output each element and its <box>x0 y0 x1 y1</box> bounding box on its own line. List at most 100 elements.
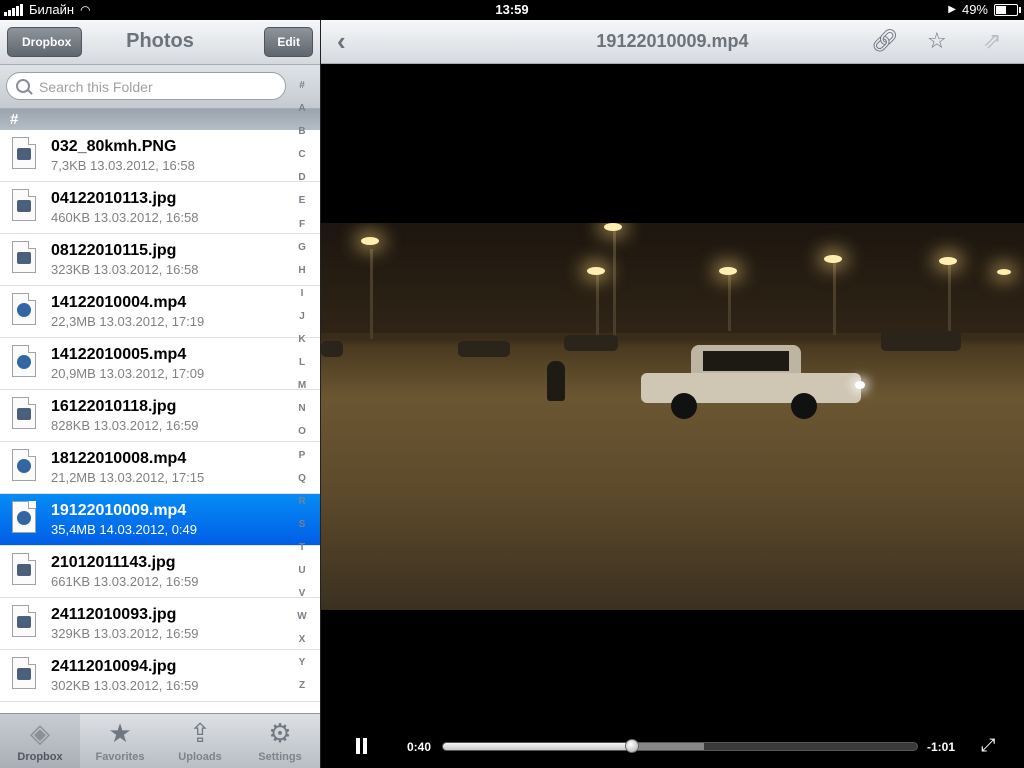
index-letter[interactable]: O <box>292 420 312 443</box>
lamp-pole <box>370 249 373 339</box>
search-field[interactable] <box>6 72 286 100</box>
tab-settings[interactable]: ⚙ Settings <box>240 714 320 768</box>
file-row[interactable]: 16122010118.jpg 828KB 13.03.2012, 16:59 <box>0 390 320 442</box>
index-letter[interactable]: S <box>292 513 312 536</box>
index-letter[interactable]: K <box>292 328 312 351</box>
image-file-icon <box>12 657 36 689</box>
index-letter[interactable]: Q <box>292 467 312 490</box>
street-lamp <box>361 237 379 245</box>
file-row[interactable]: 04122010113.jpg 460KB 13.03.2012, 16:58 <box>0 182 320 234</box>
file-glyph <box>17 252 31 264</box>
file-browser-panel: Dropbox Photos Edit # 032_80kmh.PNG 7,3KB… <box>0 20 320 768</box>
pause-bar <box>363 738 367 754</box>
image-file-icon <box>12 137 36 169</box>
share-icon[interactable]: ⇗ <box>983 29 1001 53</box>
file-row[interactable]: 08122010115.jpg 323KB 13.03.2012, 16:58 <box>0 234 320 286</box>
lamp-pole <box>728 271 731 331</box>
index-letter[interactable]: Z <box>292 674 312 697</box>
tab-favorites[interactable]: ★ Favorites <box>80 714 160 768</box>
status-right: ▶ 49% <box>948 2 1021 17</box>
section-index[interactable]: # A B C D E F G H I J K L M N O P Q R S T U V W X Y Z <box>292 74 312 698</box>
file-row[interactable]: 14122010005.mp4 20,9MB 13.03.2012, 17:09 <box>0 338 320 390</box>
file-meta: 329KB 13.03.2012, 16:59 <box>51 626 199 641</box>
search-input[interactable] <box>37 77 281 97</box>
video-frame[interactable] <box>321 223 1024 610</box>
index-letter[interactable]: F <box>292 213 312 236</box>
index-letter[interactable]: U <box>292 559 312 582</box>
star-icon[interactable]: ☆ <box>927 29 947 53</box>
viewer-title: 19122010009.mp4 <box>596 31 749 51</box>
index-letter[interactable]: D <box>292 166 312 189</box>
fullscreen-icon[interactable]: ⤢ <box>981 736 995 754</box>
index-letter[interactable]: G <box>292 236 312 259</box>
file-list: 032_80kmh.PNG 7,3KB 13.03.2012, 16:58 0412… <box>0 130 320 702</box>
image-file-icon <box>12 397 36 429</box>
playback-controls: 0:40 -1:01 ⤢ <box>321 724 1024 768</box>
seek-track[interactable] <box>442 742 918 751</box>
link-icon[interactable]: 🔗︎ <box>871 29 899 53</box>
index-letter[interactable]: # <box>292 74 312 97</box>
file-meta: 21,2MB 13.03.2012, 17:15 <box>51 470 205 485</box>
played-bar <box>443 743 633 750</box>
file-name: 24112010093.jpg <box>51 606 177 623</box>
index-letter[interactable]: B <box>292 120 312 143</box>
lamp-pole <box>833 259 836 335</box>
file-row[interactable]: 14122010004.mp4 22,3MB 13.03.2012, 17:19 <box>0 286 320 338</box>
index-letter[interactable]: V <box>292 582 312 605</box>
file-row[interactable]: 21012011143.jpg 661KB 13.03.2012, 16:59 <box>0 546 320 598</box>
person-figure <box>547 361 565 401</box>
search-icon <box>16 79 30 93</box>
index-letter[interactable]: Y <box>292 651 312 674</box>
file-name: 19122010009.mp4 <box>51 502 187 519</box>
index-letter[interactable]: R <box>292 490 312 513</box>
street-lamp <box>587 267 605 275</box>
video-file-icon <box>12 449 36 481</box>
image-file-icon <box>12 553 36 585</box>
index-letter[interactable]: E <box>292 189 312 212</box>
image-file-icon <box>12 605 36 637</box>
file-glyph <box>17 668 31 680</box>
upload-icon: ⇪ <box>189 718 211 748</box>
viewer-navbar: ‹ 19122010009.mp4 🔗︎ ☆ ⇗ <box>321 20 1024 64</box>
index-letter[interactable]: A <box>292 97 312 120</box>
tab-label: Dropbox <box>17 751 63 763</box>
file-row[interactable]: 24112010094.jpg 302KB 13.03.2012, 16:59 <box>0 650 320 702</box>
file-row[interactable]: 19122010009.mp4 35,4MB 14.03.2012, 0:49 <box>0 494 320 546</box>
file-row[interactable]: 24112010093.jpg 329KB 13.03.2012, 16:59 <box>0 598 320 650</box>
video-file-icon <box>12 501 36 533</box>
file-meta: 661KB 13.03.2012, 16:59 <box>51 574 199 589</box>
index-letter[interactable]: T <box>292 536 312 559</box>
file-meta: 20,9MB 13.03.2012, 17:09 <box>51 366 205 381</box>
background-car <box>881 331 961 351</box>
file-glyph <box>17 148 31 160</box>
index-letter[interactable]: H <box>292 259 312 282</box>
index-letter[interactable]: M <box>292 374 312 397</box>
index-letter[interactable]: N <box>292 397 312 420</box>
index-letter[interactable]: W <box>292 605 312 628</box>
section-header: # <box>0 109 320 132</box>
index-letter[interactable]: I <box>292 282 312 305</box>
background-car <box>458 341 510 357</box>
background-car <box>564 335 618 351</box>
index-letter[interactable]: J <box>292 305 312 328</box>
car-wheel <box>671 393 697 419</box>
elapsed-time: 0:40 <box>407 740 432 754</box>
file-row[interactable]: 18122010008.mp4 21,2MB 13.03.2012, 17:15 <box>0 442 320 494</box>
file-name: 08122010115.jpg <box>51 242 177 259</box>
video-sky <box>321 223 1024 333</box>
file-glyph <box>17 459 31 473</box>
tab-uploads[interactable]: ⇪ Uploads <box>160 714 240 768</box>
index-letter[interactable]: L <box>292 351 312 374</box>
index-letter[interactable]: X <box>292 628 312 651</box>
street-lamp <box>719 267 737 275</box>
index-letter[interactable]: C <box>292 143 312 166</box>
file-glyph <box>17 511 31 525</box>
video-player[interactable] <box>321 64 1024 768</box>
edit-button[interactable]: Edit <box>264 27 313 57</box>
file-row[interactable]: 032_80kmh.PNG 7,3KB 13.03.2012, 16:58 <box>0 130 320 182</box>
file-glyph <box>17 616 31 628</box>
battery-icon <box>994 3 1021 16</box>
index-letter[interactable]: P <box>292 444 312 467</box>
tab-dropbox[interactable]: ◈ Dropbox <box>0 714 80 768</box>
pause-button[interactable] <box>355 738 369 754</box>
